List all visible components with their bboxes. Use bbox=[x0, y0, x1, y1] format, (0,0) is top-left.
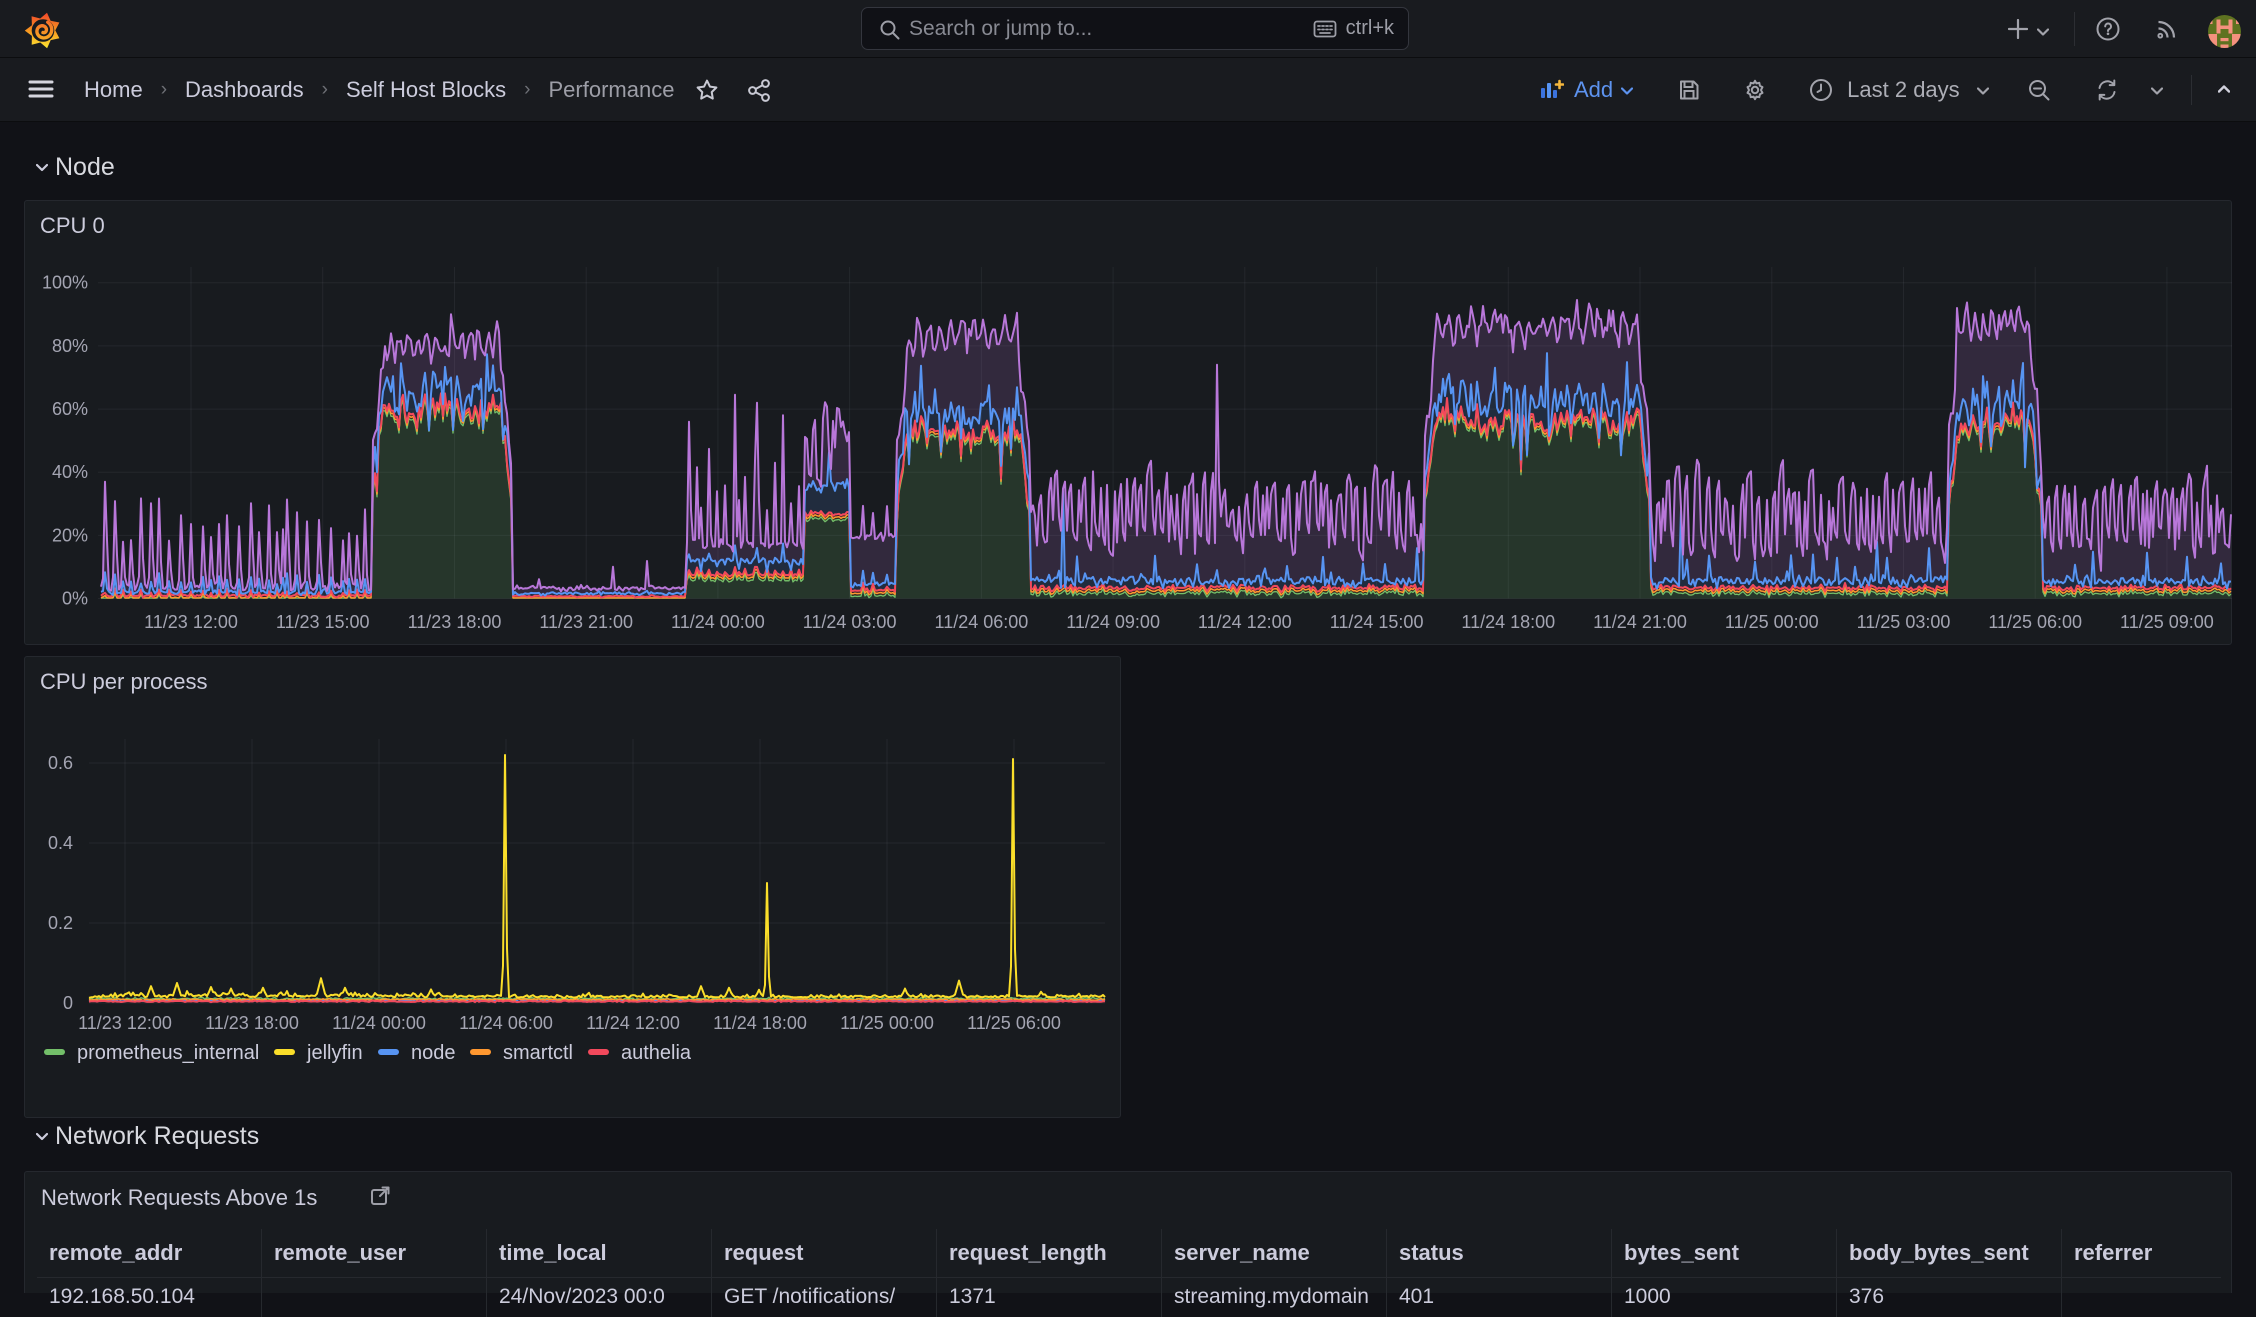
svg-text:11/25 09:00: 11/25 09:00 bbox=[2120, 612, 2214, 632]
svg-text:authelia: authelia bbox=[621, 1042, 692, 1064]
svg-text:60%: 60% bbox=[52, 399, 88, 419]
svg-text:0%: 0% bbox=[62, 589, 88, 609]
svg-text:11/23 21:00: 11/23 21:00 bbox=[539, 612, 633, 632]
svg-text:11/23 12:00: 11/23 12:00 bbox=[144, 612, 238, 632]
svg-text:0: 0 bbox=[63, 993, 73, 1013]
svg-text:11/25 00:00: 11/25 00:00 bbox=[840, 1013, 934, 1033]
svg-text:11/23 15:00: 11/23 15:00 bbox=[276, 612, 370, 632]
svg-text:80%: 80% bbox=[52, 336, 88, 356]
svg-text:11/25 06:00: 11/25 06:00 bbox=[967, 1013, 1061, 1033]
svg-text:0.4: 0.4 bbox=[48, 833, 73, 853]
svg-text:11/24 06:00: 11/24 06:00 bbox=[935, 612, 1029, 632]
svg-text:11/24 09:00: 11/24 09:00 bbox=[1066, 612, 1160, 632]
svg-text:11/25 00:00: 11/25 00:00 bbox=[1725, 612, 1819, 632]
svg-text:node: node bbox=[411, 1042, 456, 1064]
svg-text:11/24 12:00: 11/24 12:00 bbox=[586, 1013, 680, 1033]
svg-text:11/23 18:00: 11/23 18:00 bbox=[408, 612, 502, 632]
svg-text:11/24 00:00: 11/24 00:00 bbox=[671, 612, 765, 632]
svg-text:jellyfin: jellyfin bbox=[306, 1042, 363, 1064]
svg-text:11/23 12:00: 11/23 12:00 bbox=[78, 1013, 172, 1033]
svg-text:0.2: 0.2 bbox=[48, 913, 73, 933]
svg-text:11/24 06:00: 11/24 06:00 bbox=[459, 1013, 553, 1033]
svg-text:prometheus_internal: prometheus_internal bbox=[77, 1042, 259, 1064]
svg-text:11/25 06:00: 11/25 06:00 bbox=[1988, 612, 2082, 632]
svg-text:11/24 12:00: 11/24 12:00 bbox=[1198, 612, 1292, 632]
svg-text:11/24 00:00: 11/24 00:00 bbox=[332, 1013, 426, 1033]
svg-text:20%: 20% bbox=[52, 525, 88, 545]
svg-text:40%: 40% bbox=[52, 462, 88, 482]
svg-text:0.6: 0.6 bbox=[48, 753, 73, 773]
svg-text:11/24 15:00: 11/24 15:00 bbox=[1330, 612, 1424, 632]
svg-text:smartctl: smartctl bbox=[503, 1042, 573, 1064]
svg-text:11/23 18:00: 11/23 18:00 bbox=[205, 1013, 299, 1033]
svg-text:11/24 18:00: 11/24 18:00 bbox=[713, 1013, 807, 1033]
svg-text:11/24 03:00: 11/24 03:00 bbox=[803, 612, 897, 632]
svg-text:11/25 03:00: 11/25 03:00 bbox=[1857, 612, 1951, 632]
svg-text:11/24 18:00: 11/24 18:00 bbox=[1461, 612, 1555, 632]
svg-text:11/24 21:00: 11/24 21:00 bbox=[1593, 612, 1687, 632]
svg-text:100%: 100% bbox=[42, 273, 88, 293]
